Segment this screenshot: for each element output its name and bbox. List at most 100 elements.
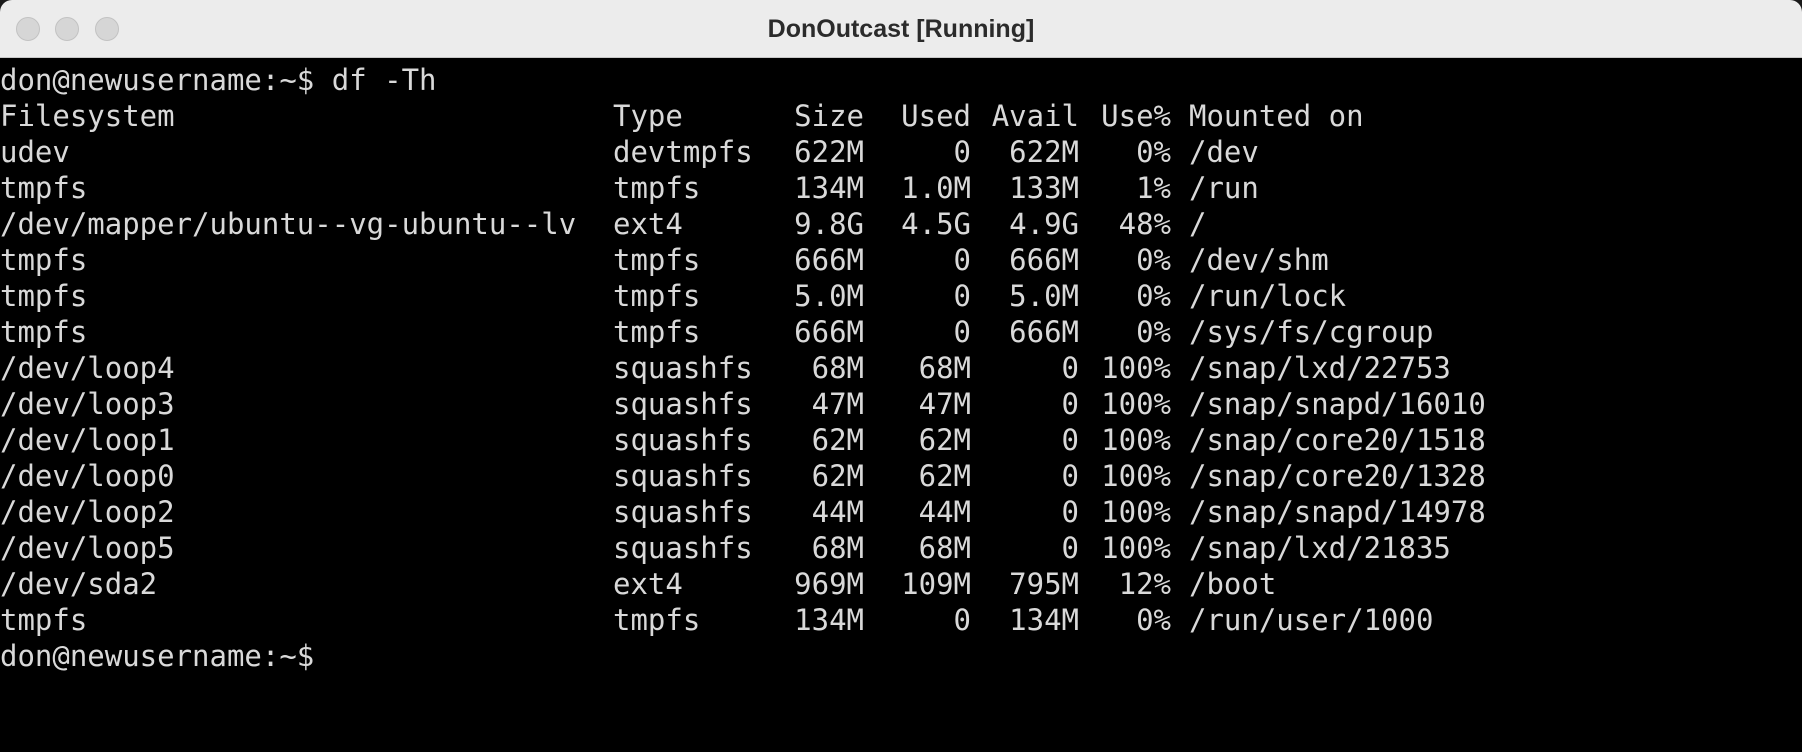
- vm-window: DonOutcast [Running] don@newusername:~$ …: [0, 0, 1802, 752]
- cell-used: 62M: [918, 459, 971, 493]
- cell-used: 62M: [918, 423, 971, 457]
- cell-use-pct: 48%: [1118, 207, 1171, 241]
- cell-size: 134M: [794, 171, 864, 205]
- cell-mounted: /snap/lxd/21835: [1189, 531, 1451, 565]
- cell-type: tmpfs: [613, 243, 701, 277]
- cell-use-pct: 100%: [1101, 459, 1171, 493]
- command-text: don@newusername:~$ df -Th: [0, 63, 437, 97]
- cell-filesystem: tmpfs: [0, 171, 88, 205]
- cell-filesystem: /dev/sda2: [0, 567, 158, 601]
- cell-avail: 5.0M: [1009, 279, 1079, 313]
- cell-filesystem: tmpfs: [0, 279, 88, 313]
- cell-mounted: /snap/core20/1328: [1189, 459, 1486, 493]
- cell-used: 47M: [918, 387, 971, 421]
- cell-use-pct: 100%: [1101, 387, 1171, 421]
- cell-avail: 795M: [1009, 567, 1079, 601]
- cell-type: squashfs: [613, 531, 753, 565]
- cell-mounted: /snap/core20/1518: [1189, 423, 1486, 457]
- cell-used: 0: [953, 135, 971, 169]
- cell-type: squashfs: [613, 459, 753, 493]
- cell-filesystem: /dev/loop1: [0, 423, 175, 457]
- cell-mounted: /: [1189, 207, 1207, 241]
- cell-filesystem: /dev/loop5: [0, 531, 175, 565]
- cell-used: 109M: [901, 567, 971, 601]
- title-bar[interactable]: DonOutcast [Running]: [0, 0, 1802, 58]
- cell-size: 969M: [794, 567, 864, 601]
- cell-use-pct: 100%: [1101, 351, 1171, 385]
- cell-filesystem: /dev/loop4: [0, 351, 175, 385]
- cell-used: 1.0M: [901, 171, 971, 205]
- cell-filesystem: /dev/loop3: [0, 387, 175, 421]
- cell-mounted: /dev: [1189, 135, 1259, 169]
- cell-size: 68M: [811, 531, 864, 565]
- cell-mounted: /snap/snapd/14978: [1189, 495, 1486, 529]
- header-filesystem: Filesystem: [0, 99, 175, 133]
- cell-mounted: /snap/snapd/16010: [1189, 387, 1486, 421]
- cell-avail: 0: [1061, 423, 1079, 457]
- cell-filesystem: tmpfs: [0, 315, 88, 349]
- cell-filesystem: udev: [0, 135, 70, 169]
- cell-avail: 622M: [1009, 135, 1079, 169]
- cell-use-pct: 100%: [1101, 531, 1171, 565]
- cell-used: 68M: [918, 351, 971, 385]
- cell-size: 68M: [811, 351, 864, 385]
- cell-type: tmpfs: [613, 315, 701, 349]
- cell-avail: 666M: [1009, 315, 1079, 349]
- cell-mounted: /run: [1189, 171, 1259, 205]
- header-size: Size: [794, 99, 864, 133]
- cell-used: 68M: [918, 531, 971, 565]
- cell-filesystem: /dev/loop0: [0, 459, 175, 493]
- cell-mounted: /dev/shm: [1189, 243, 1329, 277]
- cell-use-pct: 0%: [1136, 279, 1171, 313]
- cell-type: devtmpfs: [613, 135, 753, 169]
- cell-used: 0: [953, 243, 971, 277]
- header-used: Used: [901, 99, 971, 133]
- cell-size: 62M: [811, 423, 864, 457]
- cell-type: ext4: [613, 567, 683, 601]
- header-avail: Avail: [991, 99, 1079, 133]
- cell-avail: 133M: [1009, 171, 1079, 205]
- cell-used: 4.5G: [901, 207, 971, 241]
- cell-avail: 4.9G: [1009, 207, 1079, 241]
- cell-type: tmpfs: [613, 603, 701, 637]
- cell-size: 44M: [811, 495, 864, 529]
- cell-size: 9.8G: [794, 207, 864, 241]
- cell-type: squashfs: [613, 495, 753, 529]
- cell-mounted: /boot: [1189, 567, 1277, 601]
- cell-used: 0: [953, 315, 971, 349]
- cell-avail: 0: [1061, 459, 1079, 493]
- cell-avail: 666M: [1009, 243, 1079, 277]
- cell-use-pct: 0%: [1136, 603, 1171, 637]
- cell-type: tmpfs: [613, 171, 701, 205]
- header-use-pct: Use%: [1101, 99, 1171, 133]
- cell-mounted: /run/user/1000: [1189, 603, 1434, 637]
- cell-avail: 134M: [1009, 603, 1079, 637]
- cell-size: 47M: [811, 387, 864, 421]
- cell-mounted: /snap/lxd/22753: [1189, 351, 1451, 385]
- cell-avail: 0: [1061, 531, 1079, 565]
- cell-used: 0: [953, 279, 971, 313]
- cell-size: 62M: [811, 459, 864, 493]
- cell-size: 666M: [794, 315, 864, 349]
- header-mounted-on: Mounted on: [1189, 99, 1364, 133]
- cell-filesystem: /dev/mapper/ubuntu--vg-ubuntu--lv: [0, 207, 577, 241]
- cell-size: 622M: [794, 135, 864, 169]
- cell-type: tmpfs: [613, 279, 701, 313]
- cell-use-pct: 100%: [1101, 423, 1171, 457]
- terminal-console[interactable]: don@newusername:~$ df -Th Filesystem Typ…: [0, 58, 1802, 752]
- cell-avail: 0: [1061, 387, 1079, 421]
- cell-use-pct: 100%: [1101, 495, 1171, 529]
- cell-size: 666M: [794, 243, 864, 277]
- cell-filesystem: tmpfs: [0, 243, 88, 277]
- cell-type: ext4: [613, 207, 683, 241]
- cell-avail: 0: [1061, 495, 1079, 529]
- cell-avail: 0: [1061, 351, 1079, 385]
- cell-mounted: /sys/fs/cgroup: [1189, 315, 1434, 349]
- cell-use-pct: 0%: [1136, 243, 1171, 277]
- cell-filesystem: tmpfs: [0, 603, 88, 637]
- cell-size: 134M: [794, 603, 864, 637]
- header-type: Type: [613, 99, 683, 133]
- window-title: DonOutcast [Running]: [767, 15, 1035, 43]
- final-prompt: don@newusername:~$: [0, 639, 315, 673]
- cell-filesystem: /dev/loop2: [0, 495, 175, 529]
